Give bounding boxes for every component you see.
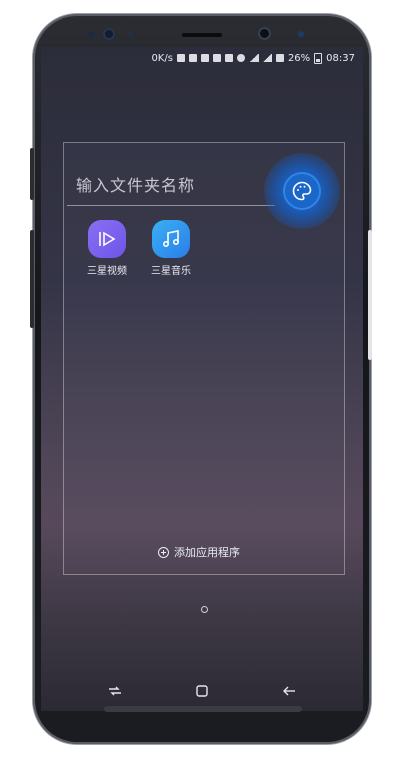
app-samsung-video[interactable]: 三星视频 <box>81 220 133 277</box>
back-icon <box>283 686 296 696</box>
network-speed: 0K/s <box>151 52 173 64</box>
sim-icon <box>275 54 284 62</box>
palette-icon <box>292 181 312 201</box>
home-icon <box>196 685 208 697</box>
proximity-sensor <box>128 32 133 37</box>
nfc-icon <box>200 54 209 62</box>
home-button[interactable] <box>187 676 217 706</box>
app-label: 三星视频 <box>87 266 127 277</box>
music-app-tile <box>152 220 190 258</box>
wifi-icon <box>248 54 259 62</box>
earpiece-speaker <box>182 33 222 37</box>
navigation-bar <box>41 671 363 711</box>
indicator-led <box>298 31 304 37</box>
screen: 0K/s 26% 08:37 输入文件夹名称 三星视频 三星音乐 添加应用程序 <box>41 47 363 711</box>
status-bar: 0K/s 26% 08:37 <box>41 47 363 69</box>
notification-icon <box>176 54 185 62</box>
volume-button <box>30 230 34 328</box>
recents-button[interactable] <box>100 676 130 706</box>
iris-scanner <box>103 28 115 40</box>
page-indicator-dot <box>201 606 208 613</box>
folder-name-underline <box>67 205 275 206</box>
bluetooth-icon <box>188 54 197 62</box>
back-button[interactable] <box>274 676 304 706</box>
data-saver-icon <box>236 54 245 62</box>
folder-color-button[interactable] <box>283 172 321 210</box>
battery-percent: 26% <box>287 52 311 64</box>
video-play-icon <box>99 231 116 247</box>
mute-icon <box>212 54 221 62</box>
add-apps-label: 添加应用程序 <box>174 546 240 559</box>
video-app-tile <box>88 220 126 258</box>
recents-icon <box>108 686 121 696</box>
add-apps-button[interactable]: 添加应用程序 <box>158 544 240 560</box>
folder-name-input[interactable]: 输入文件夹名称 <box>76 172 195 196</box>
bottom-bezel <box>104 706 302 712</box>
battery-icon <box>314 52 323 64</box>
signal-icon <box>262 54 272 62</box>
clock: 08:37 <box>326 52 355 64</box>
app-label: 三星音乐 <box>151 266 191 277</box>
front-camera <box>258 27 271 40</box>
power-button-highlight <box>368 230 372 360</box>
alarm-icon <box>224 54 233 62</box>
app-samsung-music[interactable]: 三星音乐 <box>145 220 197 277</box>
plus-circle-icon <box>158 546 169 558</box>
music-note-icon <box>163 230 180 248</box>
front-sensor <box>88 31 95 38</box>
bixby-button <box>30 148 34 200</box>
